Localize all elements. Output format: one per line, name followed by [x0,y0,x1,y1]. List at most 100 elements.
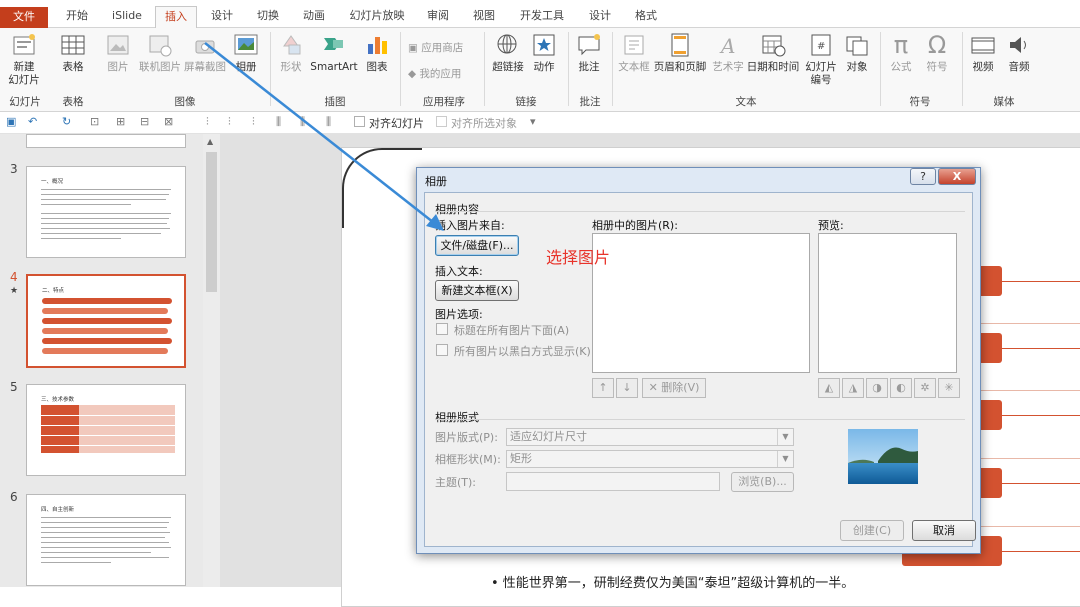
slide-number-button[interactable]: # 幻灯片 编号 [803,32,839,87]
object-button[interactable]: 对象 [842,32,872,74]
thumbnail-text-line [41,527,167,528]
slide-thumbnail-6[interactable]: 四、自主创新 [26,494,186,586]
tab-view[interactable]: 视图 [464,6,504,28]
slide-thumbnail-5[interactable]: 三、技术参数 [26,384,186,476]
distribute-icon[interactable]: ⫼ [276,115,281,129]
scroll-up-icon[interactable]: ▲ [207,137,213,146]
rotate-left-button[interactable]: ◭ [818,378,840,398]
equation-button[interactable]: π 公式 [886,32,916,74]
align-right-icon[interactable]: ⫶ [252,115,255,129]
distribute-icon[interactable]: ⫼ [326,115,331,129]
action-star-icon [533,34,555,56]
rotate-right-button[interactable]: ◮ [842,378,864,398]
decrease-brightness-button[interactable]: ✳ [938,378,960,398]
distribute-icon[interactable]: ⫼ [300,115,305,129]
chart-button[interactable]: 图表 [363,32,391,74]
tab-format[interactable]: 格式 [626,6,666,28]
tab-transitions[interactable]: 切换 [248,6,288,28]
save-icon[interactable]: ▣ [6,115,16,128]
slide-bullet-text[interactable]: • 性能世界第一，研制经费仅为美国“泰坦”超级计算机的一半。 [491,572,854,591]
tab-review[interactable]: 审阅 [418,6,458,28]
undo-icon[interactable]: ↶ [28,115,37,128]
align-selected-checkbox[interactable] [436,116,447,127]
table-icon [61,35,85,55]
my-apps-button[interactable]: ◆ 我的应用 [408,66,461,82]
decrease-contrast-button[interactable]: ◐ [890,378,912,398]
thumbnail-bar [42,308,168,314]
thumbnail-scrollbar[interactable]: ▲ [203,134,220,587]
action-button[interactable]: 动作 [530,32,558,74]
slide-number: 3 [10,162,18,176]
toolbar-tool-icon[interactable]: ⊞ [116,115,125,128]
tab-home[interactable]: 开始 [56,6,98,28]
tab-format-design[interactable]: 设计 [580,6,620,28]
file-disk-button[interactable]: 文件/磁盘(F)... [435,235,519,256]
increase-brightness-button[interactable]: ✲ [914,378,936,398]
textbox-button[interactable]: 文本框 [616,32,652,74]
close-button[interactable]: X [938,168,976,185]
scrollbar-thumb[interactable] [206,152,217,292]
table-button[interactable]: 表格 [56,32,90,74]
group-label-slides: 幻灯片 [9,96,41,108]
redo-icon[interactable]: ↻ [62,115,71,128]
help-button[interactable]: ? [910,168,936,185]
slide-thumbnail-3[interactable]: 一、概况 [26,166,186,258]
tab-design[interactable]: 设计 [202,6,242,28]
arrow-up-icon: ↑ [598,381,608,394]
picture-layout-select[interactable]: 适应幻灯片尺寸 ▼ [506,428,794,446]
symbol-button[interactable]: Ω 符号 [922,32,952,74]
tab-developer[interactable]: 开发工具 [512,6,572,28]
tab-insert[interactable]: 插入 [155,6,197,29]
move-down-button[interactable]: ↓ [616,378,638,398]
thumbnail-text-line [41,213,171,214]
new-textbox-button[interactable]: 新建文本框(X) [435,280,519,301]
toolbar-tool-icon[interactable]: ⊡ [90,115,99,128]
group-label-comments: 批注 [579,96,601,108]
tab-slideshow[interactable]: 幻灯片放映 [342,6,412,28]
smartart-button[interactable]: SmartArt [310,32,358,74]
tab-islide[interactable]: iSlide [106,6,148,28]
increase-contrast-button[interactable]: ◑ [866,378,888,398]
audio-button[interactable]: 音频 [1004,32,1034,74]
black-white-label: 所有图片以黑白方式显示(K) [454,345,591,358]
create-button[interactable]: 创建(C) [840,520,904,541]
cancel-button[interactable]: 取消 [912,520,976,541]
theme-input[interactable] [506,472,720,491]
tab-file[interactable]: 文件 [0,7,48,28]
new-slide-button[interactable]: 新建 幻灯片 [4,32,44,87]
shapes-button[interactable]: 形状 [276,32,306,74]
preview-box [818,233,957,373]
frame-shape-select[interactable]: 矩形 ▼ [506,450,794,468]
datetime-button[interactable]: 日期和时间 [746,32,800,74]
wordart-button[interactable]: A 艺术字 [710,32,746,74]
header-footer-button[interactable]: 页眉和页脚 [653,32,707,74]
slide-thumbnail-4[interactable]: 二、特点 [26,274,186,368]
album-pictures-list[interactable] [592,233,810,373]
group-label-media: 媒体 [993,96,1015,108]
align-left-icon[interactable]: ⫶ [206,115,209,129]
object-icon [846,36,868,56]
delete-button[interactable]: ✕ 删除(V) [642,378,706,398]
screenshot-button[interactable]: 屏幕截图 [183,32,227,74]
album-button[interactable]: 相册 [232,32,260,74]
app-store-button[interactable]: ▣ 应用商店 [408,40,463,56]
thumbnail-bar [42,298,172,304]
browse-button[interactable]: 浏览(B)... [731,472,794,492]
hyperlink-button[interactable]: 超链接 [490,32,526,74]
picture-button[interactable]: 图片 [103,32,133,74]
toolbar-overflow-icon[interactable]: ▾ [530,115,536,128]
online-picture-button[interactable]: 联机图片 [138,32,182,74]
video-button[interactable]: 视频 [968,32,998,74]
tab-animations[interactable]: 动画 [294,6,334,28]
move-up-button[interactable]: ↑ [592,378,614,398]
align-slide-checkbox[interactable] [354,116,365,127]
caption-below-checkbox[interactable] [436,323,448,335]
toolbar-tool-icon[interactable]: ⊟ [140,115,149,128]
toolbar-tool-icon[interactable]: ⊠ [164,115,173,128]
slide-thumbnail-partial[interactable] [26,134,186,148]
align-center-icon[interactable]: ⫶ [228,115,231,129]
comment-button[interactable]: 批注 [574,32,604,74]
rotate-right-icon: ◮ [848,381,858,394]
black-white-checkbox[interactable] [436,344,448,356]
speaker-icon [1010,37,1026,53]
